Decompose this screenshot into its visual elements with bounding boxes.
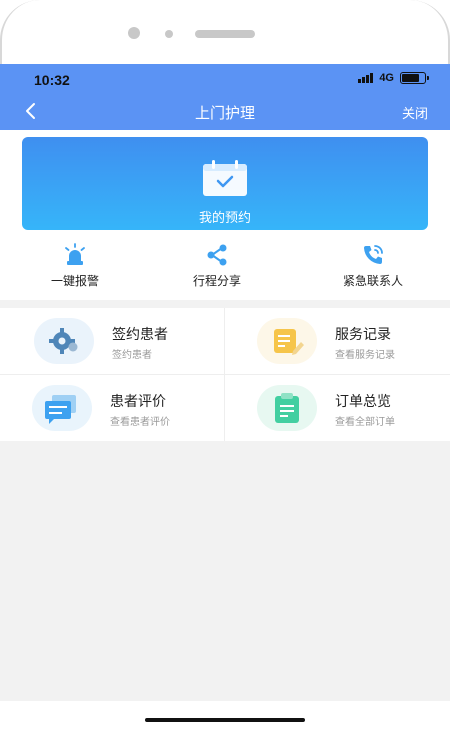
menu-item-service-records[interactable]: 服务记录 查看服务记录 [225, 308, 449, 374]
chat-bubbles-icon [32, 385, 92, 431]
quick-action-share[interactable]: 行程分享 [142, 238, 292, 298]
app-header: 10:32 4G 上门护理 关闭 [0, 64, 450, 130]
status-time: 10:32 [34, 72, 70, 88]
calendar-check-icon [203, 160, 247, 196]
network-label: 4G [379, 72, 394, 84]
home-indicator[interactable] [145, 718, 305, 722]
memo-edit-icon [257, 318, 317, 364]
menu-item-patient-reviews[interactable]: 患者评价 查看患者评价 [0, 375, 224, 441]
quick-actions: 一键报警 行程分享 紧急联系人 [0, 238, 450, 298]
menu-item-title: 订单总览 [335, 394, 391, 410]
battery-icon [400, 72, 429, 84]
my-booking-card[interactable]: 我的预约 [22, 137, 428, 230]
menu-item-signed-patients[interactable]: 签约患者 签约患者 [0, 308, 224, 374]
share-icon [207, 244, 227, 266]
menu-item-subtitle: 查看全部订单 [335, 417, 395, 428]
quick-action-label: 一键报警 [50, 274, 99, 288]
alarm-light-icon [65, 243, 85, 265]
menu-item-order-overview[interactable]: 订单总览 查看全部订单 [225, 375, 449, 441]
quick-action-label: 行程分享 [192, 274, 241, 288]
menu-item-subtitle: 查看患者评价 [110, 417, 170, 428]
booking-label: 我的预约 [198, 211, 251, 226]
gear-user-icon [34, 318, 94, 364]
bottom-safe-area [0, 701, 450, 749]
quick-action-alarm[interactable]: 一键报警 [0, 238, 150, 298]
menu-item-subtitle: 签约患者 [112, 350, 152, 361]
status-indicators: 4G [358, 72, 429, 84]
phone-contact-icon [364, 245, 383, 264]
page-title: 上门护理 [194, 104, 255, 122]
top-section: 我的预约 一键报警 行程分享 紧急联系人 [0, 130, 450, 300]
speaker-grille [195, 30, 255, 38]
quick-action-emergency-contact[interactable]: 紧急联系人 [298, 238, 448, 298]
main-content: 我的预约 一键报警 行程分享 紧急联系人 签约患者 签约患者 服务记录 查看服务… [0, 130, 450, 749]
quick-action-label: 紧急联系人 [342, 274, 403, 288]
sensor-icon [165, 30, 173, 38]
camera-icon [128, 27, 140, 39]
feature-grid: 签约患者 签约患者 服务记录 查看服务记录 患者评价 查看患者评价 订单总览 查… [0, 308, 450, 441]
close-button[interactable]: 关闭 [402, 103, 428, 122]
phone-frame-top [0, 0, 450, 64]
clipboard-icon [257, 385, 317, 431]
menu-item-title: 患者评价 [110, 394, 166, 410]
signal-icon [358, 73, 374, 83]
menu-item-subtitle: 查看服务记录 [335, 350, 395, 361]
menu-item-title: 签约患者 [112, 327, 168, 343]
menu-item-title: 服务记录 [335, 327, 391, 343]
